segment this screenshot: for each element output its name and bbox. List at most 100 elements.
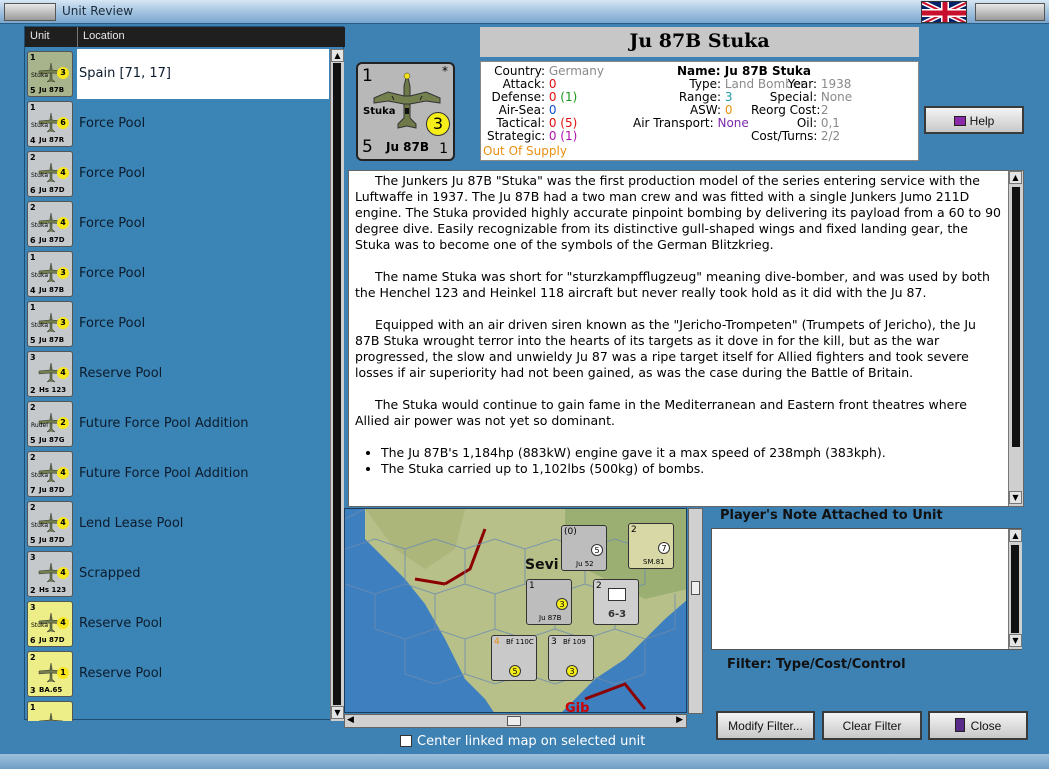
map-counter-value: 7 xyxy=(658,542,670,554)
map-vscroll-thumb[interactable] xyxy=(691,581,700,595)
map-counter-ju87b[interactable]: 1 3 Ju 87B xyxy=(526,579,572,625)
year-value: 1938 xyxy=(820,77,852,91)
thumb-bottom-value: 4 xyxy=(30,286,36,295)
center-map-option[interactable]: Center linked map on selected unit xyxy=(400,734,645,749)
notes-scroll-down-icon[interactable]: ▼ xyxy=(1009,634,1022,647)
map-counter-value: 3 xyxy=(566,665,578,677)
map-counter-top: 2 xyxy=(631,525,637,535)
map-counter-army[interactable]: 2 6-3 xyxy=(593,579,639,625)
close-button[interactable]: Close xyxy=(928,711,1028,740)
list-item[interactable]: 2 Stuka 4 5 Ju 87D Lend Lease Pool xyxy=(25,499,329,549)
list-item[interactable]: 3 4 2 Hs 123 Scrapped xyxy=(25,549,329,599)
thumb-unit-name: Ju 87D xyxy=(39,536,65,544)
description-scrollbar[interactable]: ▲ ▼ xyxy=(1008,171,1023,506)
desc-scroll-up-icon[interactable]: ▲ xyxy=(1009,171,1022,184)
thumb-top-value: 2 xyxy=(30,653,36,662)
map-vertical-scrollbar[interactable] xyxy=(688,508,703,714)
column-header-unit[interactable]: Unit xyxy=(30,30,50,42)
thumb-bottom-value: 6 xyxy=(30,186,36,195)
row-location: Force Pool xyxy=(79,166,146,181)
map-horizontal-scrollbar[interactable]: ◀ ▶ xyxy=(344,714,687,728)
thumb-top-value: 2 xyxy=(30,403,36,412)
list-item[interactable]: 2 Stuka 4 6 Ju 87D Force Pool xyxy=(25,149,329,199)
linked-map[interactable]: Sevi Gib (0) 5 Ju 52 2 7 SM.81 1 3 Ju 87… xyxy=(344,508,687,713)
thumb-top-value: 2 xyxy=(30,453,36,462)
strategic-label: Strategic: xyxy=(487,129,546,143)
thumb-top-value: 1 xyxy=(30,53,36,62)
scroll-up-arrow-icon[interactable]: ▲ xyxy=(331,49,344,62)
map-counter-top: 4 xyxy=(494,637,500,647)
thumb-unit-name: Ju 87B xyxy=(39,286,65,294)
thumb-unit-name: Ju 87B xyxy=(39,336,65,344)
description-paragraph-2: The name Stuka was short for "sturzkampf… xyxy=(355,269,990,300)
thumb-circle-value: 4 xyxy=(57,617,69,629)
map-scroll-right-icon[interactable]: ▶ xyxy=(676,715,683,725)
help-button[interactable]: Help xyxy=(924,106,1024,134)
map-city-seville: Sevi xyxy=(525,557,559,573)
unit-counter-thumbnail: 2 Stuka 4 6 Ju 87D xyxy=(27,201,73,247)
list-item[interactable]: 1 Stuka 6 4 Ju 87R Force Pool xyxy=(25,99,329,149)
airtransport-value: None xyxy=(717,116,749,130)
modify-filter-button[interactable]: Modify Filter... xyxy=(716,711,815,740)
thumb-bottom-value: 5 xyxy=(30,336,36,345)
desc-scrollbar-thumb[interactable] xyxy=(1012,187,1020,447)
list-item[interactable]: 2 Stuka 4 6 Ju 87D Force Pool xyxy=(25,199,329,249)
map-counter-bf110c[interactable]: 4 Bf 110C 5 xyxy=(491,635,537,681)
list-item[interactable]: 1 Stuka 3 5 Ju 87B Force Pool xyxy=(25,299,329,349)
map-counter-ju52[interactable]: (0) 5 Ju 52 xyxy=(561,525,607,571)
player-note-textarea[interactable]: ▲ ▼ xyxy=(711,528,1022,650)
notes-scrollbar[interactable]: ▲ ▼ xyxy=(1008,529,1022,649)
thumb-label: Rudel xyxy=(31,422,48,429)
notes-scrollbar-track[interactable] xyxy=(1011,545,1019,633)
list-item[interactable]: 2 Rudel 2 5 Ju 87G Future Force Pool Addition xyxy=(25,399,329,449)
thumb-unit-name: BA.65 xyxy=(39,686,63,694)
strategic-value: 0 xyxy=(548,129,557,143)
reorg-value: 2 xyxy=(820,103,829,117)
column-header-location[interactable]: Location xyxy=(83,30,125,42)
description-paragraph-4: The Stuka would continue to gain fame in… xyxy=(355,397,967,428)
window-controls[interactable] xyxy=(975,3,1045,21)
clear-filter-button[interactable]: Clear Filter xyxy=(822,711,922,740)
list-item[interactable]: 3 4 2 Hs 123 Reserve Pool xyxy=(25,349,329,399)
costturns-value: 2/2 xyxy=(820,129,841,143)
list-item[interactable]: 3 Stuka 4 6 Ju 87D Reserve Pool xyxy=(25,599,329,649)
counter-bottom-left: 5 xyxy=(362,137,373,157)
unit-stats-panel: Country: Germany Attack: 0 Defense: 0 (1… xyxy=(480,61,919,161)
row-location xyxy=(77,699,329,721)
system-menu-button[interactable] xyxy=(4,3,56,21)
map-counter-value: 5 xyxy=(509,665,521,677)
scroll-down-arrow-icon[interactable]: ▼ xyxy=(331,706,344,719)
airsea-value: 0 xyxy=(548,103,557,117)
list-item[interactable]: 1 Stuka 3 5 Ju 87B Spain [71, 17] xyxy=(25,49,329,99)
map-counter-name: Ju 52 xyxy=(576,560,594,568)
desc-scroll-down-icon[interactable]: ▼ xyxy=(1009,491,1022,504)
list-item[interactable]: 1 Stuka 3 4 Ju 87B Force Pool xyxy=(25,249,329,299)
center-map-checkbox[interactable] xyxy=(400,735,412,747)
thumb-unit-name: Hs 123 xyxy=(39,386,67,394)
counter-name: Ju 87B xyxy=(386,140,430,154)
scrollbar-thumb[interactable] xyxy=(333,63,341,705)
thumb-unit-name: Ju 87G xyxy=(39,436,65,444)
unit-counter-thumbnail: 2 Rudel 2 5 Ju 87G xyxy=(27,401,73,447)
list-item[interactable]: 1 xyxy=(25,699,329,721)
thumb-label: Stuka xyxy=(31,322,49,329)
unit-list-scrollbar[interactable]: ▲ ▼ xyxy=(330,49,344,721)
unit-list: 1 Stuka 3 5 Ju 87B Spain [71, 17] 1 Stuka 6 4 Ju 8… xyxy=(25,49,329,721)
description-paragraph-1: The Junkers Ju 87B "Stuka" was the first… xyxy=(355,173,1001,252)
map-scroll-left-icon[interactable]: ◀ xyxy=(347,715,354,725)
thumb-circle-value: 4 xyxy=(57,167,69,179)
unit-counter-thumbnail: 2 Stuka 4 6 Ju 87D xyxy=(27,151,73,197)
map-counter-bf109[interactable]: 3 Bf 109 3 xyxy=(548,635,594,681)
row-location: Lend Lease Pool xyxy=(79,516,184,531)
map-counter-name: Ju 87B xyxy=(539,614,562,622)
thumb-label: Stuka xyxy=(31,122,49,129)
notes-scroll-up-icon[interactable]: ▲ xyxy=(1009,529,1022,542)
thumb-bottom-value: 3 xyxy=(30,686,36,695)
map-hscroll-thumb[interactable] xyxy=(507,716,521,726)
thumb-unit-name: Hs 123 xyxy=(39,586,67,594)
list-item[interactable]: 2 Stuka 4 7 Ju 87D Future Force Pool Addition xyxy=(25,449,329,499)
map-counter-sm81[interactable]: 2 7 SM.81 xyxy=(628,523,674,569)
list-item[interactable]: 2 1 3 BA.65 Reserve Pool xyxy=(25,649,329,699)
window-bottom-frame xyxy=(0,754,1049,769)
title-bar: Unit Review xyxy=(0,0,1049,24)
